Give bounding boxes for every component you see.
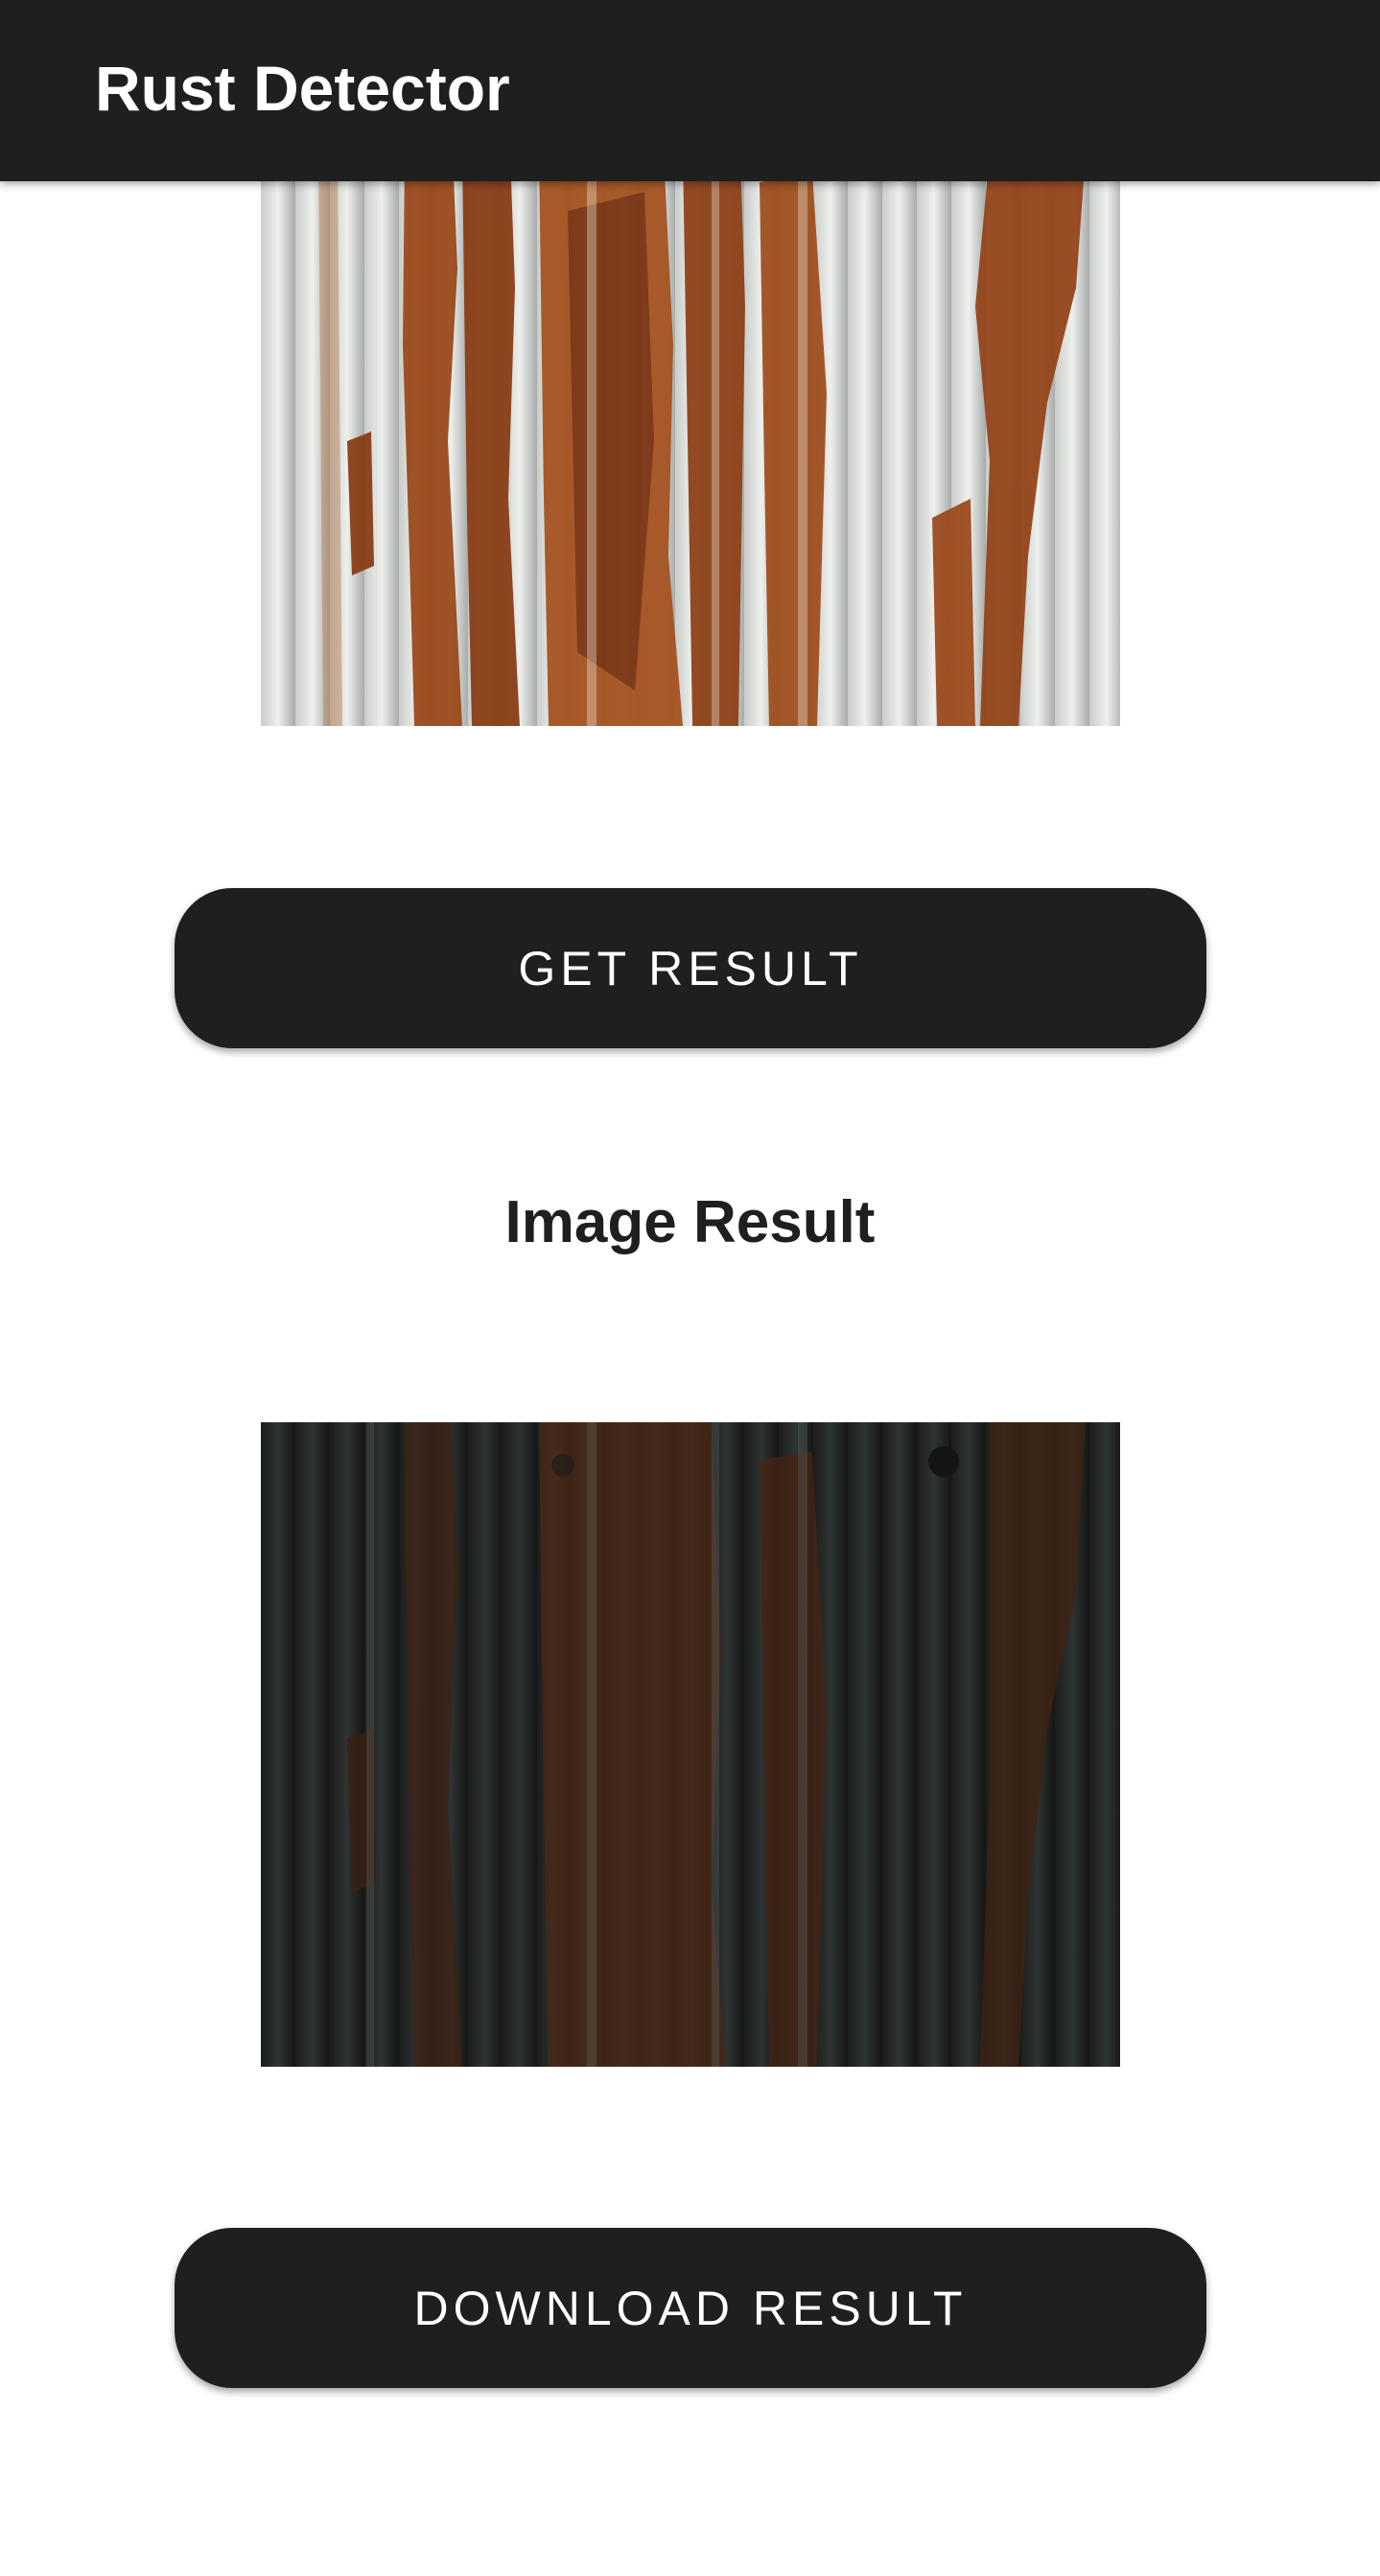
input-image [261,153,1120,726]
rust-result-photo-icon [261,1422,1120,2067]
app-bar: Rust Detector [0,0,1380,181]
rusty-metal-photo-icon [261,153,1120,726]
result-heading: Image Result [504,1189,876,1255]
get-result-button[interactable]: GET RESULT [175,888,1206,1048]
result-image [261,1422,1120,2067]
app-title: Rust Detector [95,53,510,124]
download-result-button[interactable]: DOWNLOAD RESULT [175,2228,1206,2388]
